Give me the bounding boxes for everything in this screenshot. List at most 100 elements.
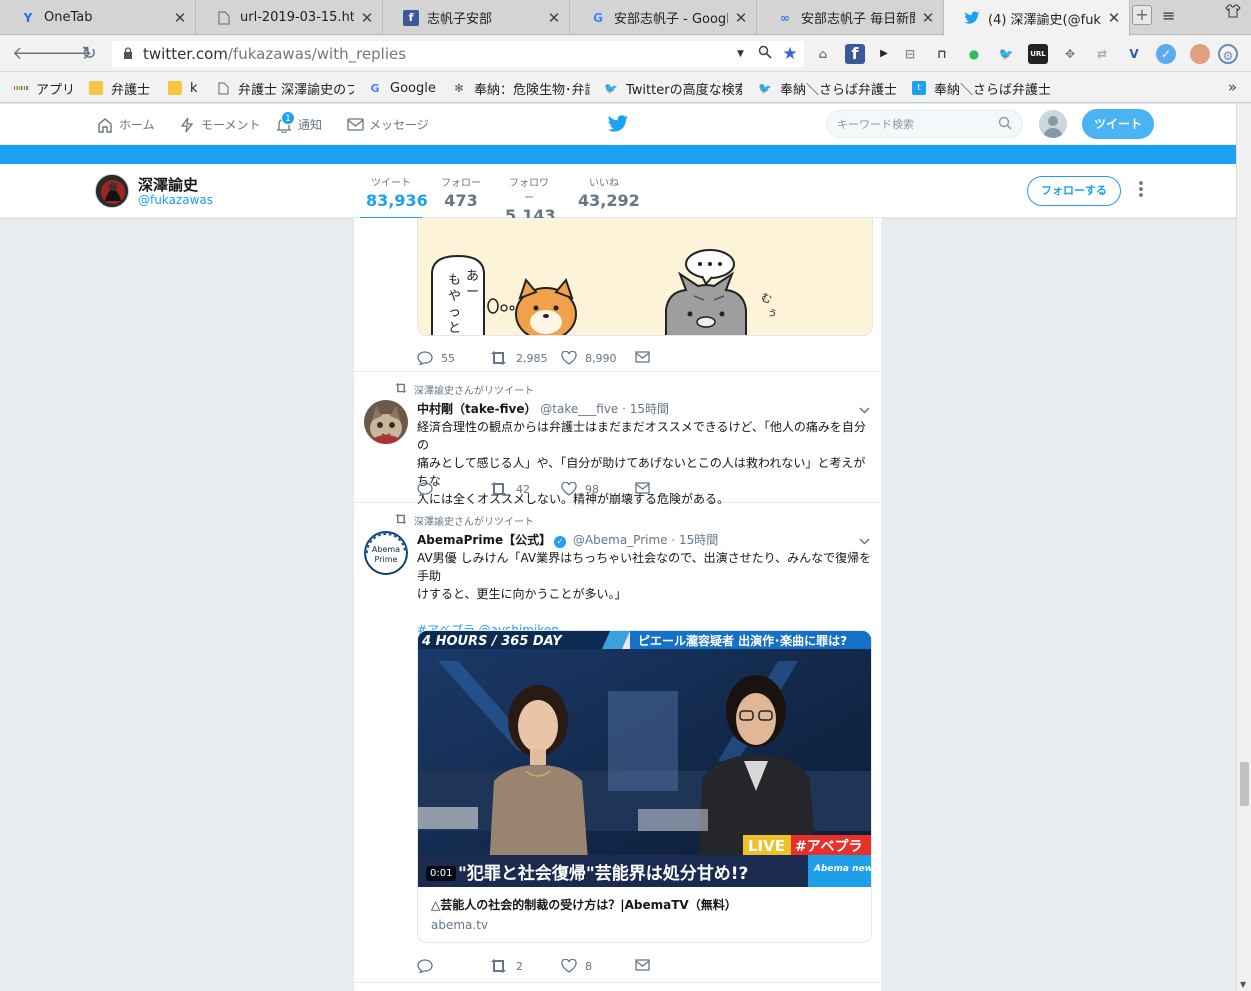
- window-menu-icon[interactable]: [1225, 4, 1241, 22]
- compose-tweet-button[interactable]: ツイート: [1082, 109, 1154, 139]
- page-scrollbar[interactable]: ▼: [1236, 104, 1251, 991]
- bookmark-sayonara-1[interactable]: 🐦 奉納＼さらば弁護士: [758, 78, 896, 98]
- reload-icon[interactable]: ↻: [78, 43, 100, 65]
- search-icon[interactable]: [998, 116, 1012, 133]
- retweet-action[interactable]: 2,985: [489, 351, 548, 365]
- scrollbar-thumb[interactable]: [1240, 762, 1249, 806]
- video-card[interactable]: 4 HOURS / 365 DAY ピエール瀧容疑者 出演作･楽曲に罪は? LI…: [417, 630, 872, 943]
- twitter-logo-icon[interactable]: [607, 115, 629, 136]
- forward-arrow-icon[interactable]: 🡒: [44, 43, 92, 65]
- nav-notifications[interactable]: 1 通知: [275, 104, 322, 145]
- tab-list-icon[interactable]: ≡: [1162, 8, 1178, 24]
- nav-home[interactable]: ホーム: [96, 104, 155, 145]
- close-icon[interactable]: ✕: [734, 9, 748, 27]
- v-check-icon[interactable]: V: [1124, 44, 1144, 64]
- like-action[interactable]: 98: [561, 482, 599, 496]
- profile-handle[interactable]: @fukazawas: [138, 193, 213, 207]
- author-name[interactable]: 中村剛（take-five）: [417, 402, 536, 416]
- more-vertical-icon[interactable]: • • •: [1136, 178, 1146, 203]
- tweet-item[interactable]: 深澤諭史さんがリツイート Abema Prime AbemaPrime【公式】 ✓ …: [354, 503, 881, 983]
- tweet-time[interactable]: · 15時間: [622, 402, 669, 416]
- tweet-item[interactable]: 深澤諭史さんがリツイート 中村剛（take-five） @take___five…: [354, 372, 881, 506]
- tweet-time[interactable]: · 15時間: [671, 533, 718, 547]
- twitter-ext-icon[interactable]: 🐦: [996, 44, 1016, 64]
- back-arrow-icon[interactable]: 🡐: [12, 43, 60, 65]
- profile-name[interactable]: 深澤諭史: [138, 174, 198, 195]
- bookmark-folder-lawyer[interactable]: 弁護士: [89, 78, 150, 98]
- check-ext-icon[interactable]: ✓: [1156, 44, 1176, 64]
- shuffle-icon[interactable]: ⇄: [1092, 44, 1112, 64]
- evernote-icon[interactable]: ●: [964, 44, 984, 64]
- retweet-action[interactable]: 2: [489, 959, 523, 973]
- reply-action[interactable]: 55: [417, 351, 455, 365]
- tab-url-file[interactable]: url-2019-03-15.html ✕: [196, 0, 383, 35]
- like-action[interactable]: 8: [561, 959, 592, 973]
- bookmark-icon[interactable]: ⊓: [932, 44, 952, 64]
- profile-avatar[interactable]: [95, 174, 129, 208]
- account-avatar[interactable]: [1039, 110, 1067, 138]
- tab-onetab[interactable]: Y OneTab ✕: [0, 0, 196, 35]
- close-icon[interactable]: ✕: [547, 9, 561, 27]
- user-avatar[interactable]: [364, 400, 408, 444]
- chevron-down-icon[interactable]: [859, 537, 870, 548]
- user-avatar[interactable]: Abema Prime: [364, 531, 408, 575]
- zoom-icon[interactable]: [753, 45, 777, 63]
- facebook-ext-icon[interactable]: f: [845, 44, 865, 64]
- tab-twitter-active[interactable]: (4) 深澤諭史(@fukaz ✕: [944, 0, 1130, 36]
- tab-mainichi[interactable]: ∞ 安部志帆子 毎日新聞 ✕: [757, 0, 944, 35]
- stat-tweets[interactable]: ツイート 83,936: [360, 174, 428, 220]
- home-icon[interactable]: ⌂: [813, 44, 833, 64]
- chevron-down-icon[interactable]: [859, 406, 870, 417]
- close-icon[interactable]: ✕: [360, 9, 374, 27]
- inbox-icon[interactable]: ⊟: [900, 44, 920, 64]
- video-player[interactable]: 4 HOURS / 365 DAY ピエール瀧容疑者 出演作･楽曲に罪は? LI…: [418, 631, 871, 887]
- bookmark-apps[interactable]: アプリ: [14, 78, 75, 98]
- nav-messages[interactable]: メッセージ: [346, 104, 429, 145]
- author-handle[interactable]: @take___five: [540, 402, 618, 416]
- new-tab-button[interactable]: +: [1132, 5, 1152, 25]
- reply-icon: [417, 959, 433, 973]
- bookmark-google[interactable]: G Google: [368, 78, 435, 98]
- close-icon[interactable]: ✕: [921, 9, 935, 27]
- nav-moments[interactable]: モーメント: [178, 104, 261, 145]
- bug-icon: ✻: [454, 81, 464, 95]
- dm-action[interactable]: [635, 959, 658, 971]
- reply-action[interactable]: [417, 959, 441, 973]
- bookmark-sayonara-2[interactable]: t 奉納＼さらば弁護士: [912, 78, 1050, 98]
- video-frame: 4 HOURS / 365 DAY ピエール瀧容疑者 出演作･楽曲に罪は? LI…: [418, 631, 871, 887]
- settings-ext-icon[interactable]: ⚙: [1218, 44, 1238, 64]
- dm-action[interactable]: [635, 482, 658, 494]
- scroll-down-arrow-icon[interactable]: ▼: [1240, 980, 1246, 989]
- author-handle[interactable]: @Abema_Prime: [573, 533, 668, 547]
- twitter-icon: 🐦: [604, 81, 618, 95]
- url-shortener-icon[interactable]: URL: [1028, 44, 1048, 64]
- card-title[interactable]: △芸能人の社会的制裁の受け方は？|AbemaTV（無料）: [431, 896, 737, 913]
- bookmark-folder-k[interactable]: k: [168, 78, 198, 98]
- bookmark-star-icon[interactable]: ★: [777, 44, 803, 64]
- bookmark-twitter-advanced[interactable]: 🐦 Twitterの高度な検索: [604, 78, 742, 98]
- bookmark-dangerous-creatures[interactable]: ✻ 奉納：危険生物･弁護: [452, 78, 590, 98]
- tweet-image[interactable]: あ ー も や っ と む ぅ: [417, 218, 873, 336]
- stat-likes[interactable]: いいね 43,292: [578, 174, 640, 210]
- url-dropdown-icon[interactable]: ▼: [737, 49, 753, 59]
- tab-facebook[interactable]: f 志帆子安部 ✕: [383, 0, 570, 35]
- search-input[interactable]: [837, 117, 998, 131]
- user-ext-icon[interactable]: [1190, 44, 1210, 64]
- close-icon[interactable]: ✕: [1107, 9, 1121, 27]
- search-box[interactable]: [826, 110, 1023, 138]
- address-bar[interactable]: twitter.com/fukazawas/with_replies ▼ ★: [112, 41, 804, 67]
- ext-arrow-icon[interactable]: ▶: [874, 44, 894, 64]
- author-name[interactable]: AbemaPrime【公式】: [417, 533, 551, 547]
- bookmark-fukazawa-blog[interactable]: 弁護士 深澤諭史のブ: [216, 78, 354, 98]
- dm-action[interactable]: [635, 351, 658, 363]
- move-icon[interactable]: ✥: [1060, 44, 1080, 64]
- reply-action[interactable]: [417, 482, 441, 496]
- tab-google[interactable]: G 安部志帆子 - Google ✕: [570, 0, 757, 35]
- retweet-action[interactable]: 42: [489, 482, 530, 496]
- like-action[interactable]: 8,990: [561, 351, 617, 365]
- chevron-double-right-icon[interactable]: »: [1228, 78, 1237, 96]
- tweet-item[interactable]: あ ー も や っ と む ぅ 55 2,985 8,990: [354, 218, 881, 372]
- stat-following[interactable]: フォロー 473: [441, 174, 481, 210]
- close-icon[interactable]: ✕: [173, 9, 187, 27]
- follow-button[interactable]: フォローする: [1027, 176, 1121, 206]
